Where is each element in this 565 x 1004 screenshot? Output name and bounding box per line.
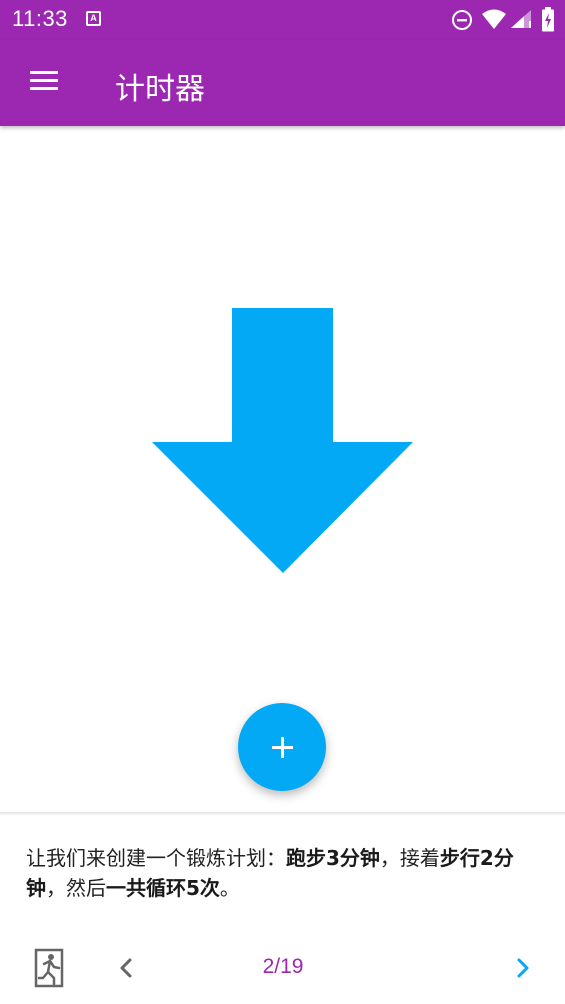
tutorial-segment: 让我们来创建一个锻炼计划： [26, 846, 286, 870]
tutorial-segment: ，接着 [379, 846, 440, 870]
status-bar: 11:33 A [0, 0, 565, 40]
signal-icon [511, 10, 531, 28]
notification-a-icon: A [86, 11, 101, 26]
down-arrow-icon [152, 308, 413, 573]
plus-icon-vertical [281, 737, 284, 758]
chevron-right-icon[interactable] [509, 954, 537, 982]
page-indicator: 2/19 [262, 955, 304, 978]
tutorial-highlight: 跑步3分钟 [286, 846, 380, 870]
add-button[interactable] [238, 703, 326, 791]
tutorial-highlight: 一共循环5次 [106, 876, 220, 900]
chevron-left-icon[interactable] [112, 954, 140, 982]
do-not-disturb-icon [452, 10, 472, 30]
exit-tutorial-icon[interactable] [34, 948, 66, 988]
app-bar: 计时器 [0, 40, 565, 126]
status-time: 11:33 [12, 6, 68, 31]
hamburger-menu-icon[interactable] [30, 71, 58, 91]
panel-divider [0, 812, 565, 816]
tutorial-segment: ，然后 [46, 876, 106, 900]
battery-charging-icon [542, 7, 554, 32]
tutorial-text: 让我们来创建一个锻炼计划：跑步3分钟，接着步行2分钟，然后一共循环5次。 [26, 843, 546, 903]
page-title: 计时器 [115, 72, 205, 107]
tutorial-navigation: 2/19 [0, 940, 565, 1004]
wifi-icon [482, 9, 506, 29]
tutorial-segment: 。 [219, 876, 240, 900]
